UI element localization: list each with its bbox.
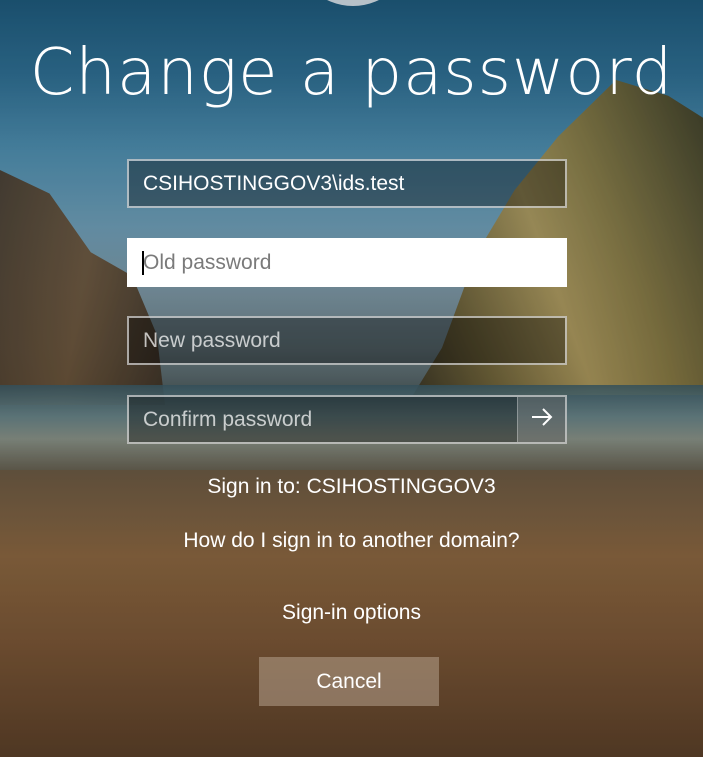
new-password-placeholder: New password — [143, 329, 281, 352]
new-password-input[interactable]: New password — [127, 316, 567, 365]
background-overlay — [0, 0, 703, 757]
sign-in-to-domain: Sign in to: CSIHOSTINGGOV3 — [207, 475, 496, 498]
arrow-right-icon — [531, 407, 553, 432]
username-field[interactable]: CSIHOSTINGGOV3\ids.test — [127, 159, 567, 208]
confirm-password-input[interactable]: Confirm password — [127, 395, 567, 444]
submit-button[interactable] — [517, 397, 565, 442]
cancel-button[interactable]: Cancel — [259, 657, 439, 706]
old-password-placeholder: Old password — [143, 251, 272, 274]
old-password-input[interactable]: Old password — [127, 238, 567, 287]
confirm-password-placeholder: Confirm password — [143, 408, 313, 431]
page-title: Change a password — [29, 36, 674, 110]
other-domain-link[interactable]: How do I sign in to another domain? — [0, 529, 703, 553]
sign-in-options-link[interactable]: Sign-in options — [0, 601, 703, 625]
username-value: CSIHOSTINGGOV3\ids.test — [143, 172, 405, 195]
